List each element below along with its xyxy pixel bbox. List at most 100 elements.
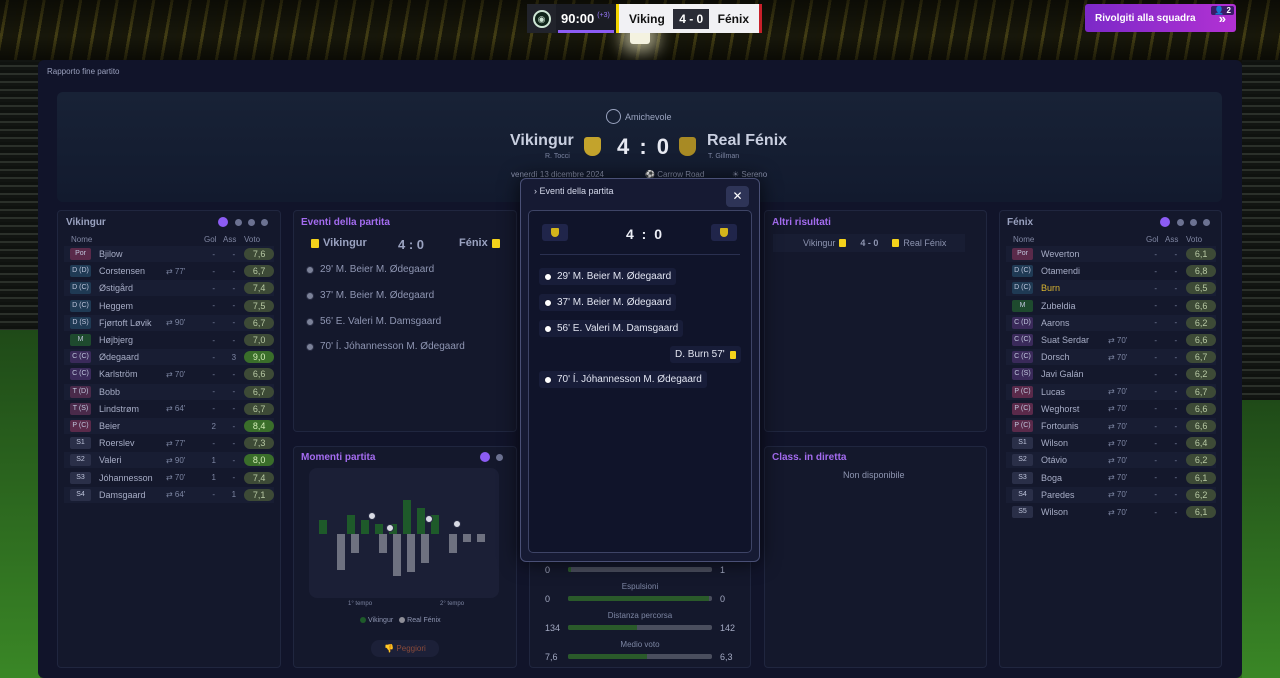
player-row[interactable]: S4 Paredes ⇄ 70' - -6,2 [1006, 486, 1216, 503]
player-name[interactable]: Aarons [1041, 318, 1108, 328]
player-row[interactable]: D (C) Otamendi - -6,8 [1006, 263, 1216, 279]
player-name[interactable]: Otávio [1041, 455, 1108, 465]
player-name[interactable]: Valeri [99, 455, 166, 465]
player-row[interactable]: C (C) Suat Serdar ⇄ 70' - -6,6 [1006, 332, 1216, 348]
popup-event[interactable]: 70' Í. Jóhannesson M. Ødegaard [539, 371, 707, 388]
player-row[interactable]: D (S) Fjørtoft Løvik ⇄ 90' - -6,7 [64, 314, 274, 331]
popup-event[interactable]: 56' E. Valeri M. Damsgaard [539, 320, 684, 337]
player-name[interactable]: Beier [99, 421, 166, 431]
player-name[interactable]: Otamendi [1041, 266, 1108, 276]
player-name[interactable]: Burn [1041, 283, 1108, 293]
other-away: Real Fénix [903, 238, 947, 248]
other-result-row[interactable]: Vikingur 4 - 0 Real Fénix [773, 234, 965, 252]
col-name[interactable]: Nome [71, 235, 92, 244]
player-name[interactable]: Wilson [1041, 438, 1108, 448]
header-home-team[interactable]: Vikingur [510, 132, 574, 150]
player-row[interactable]: C (C) Ødegaard - 3 9,0 [64, 349, 274, 366]
player-row[interactable]: D (C) Østigård - -7,4 [64, 280, 274, 297]
sub-time: ⇄ 70' [1107, 352, 1128, 362]
player-row[interactable]: P (C) Weghorst ⇄ 70' - -6,6 [1006, 401, 1216, 417]
player-name[interactable]: Fjørtoft Løvik [99, 318, 166, 328]
player-row[interactable]: S3 Jóhannesson ⇄ 70' 1 -7,4 [64, 470, 274, 486]
player-row[interactable]: Por Weverton - -6,1 [1006, 246, 1216, 262]
away-page-dot-2[interactable] [1177, 219, 1184, 226]
player-row[interactable]: C (C) Dorsch ⇄ 70' - -6,7 [1006, 349, 1216, 366]
player-name[interactable]: Lucas [1041, 387, 1108, 397]
player-row[interactable]: S1 Wilson ⇄ 70' - -6,4 [1006, 435, 1216, 451]
player-row[interactable]: D (D) Corstensen ⇄ 77' - -6,7 [64, 263, 274, 279]
player-row[interactable]: D (C) Burn - -6,5 [1006, 280, 1216, 297]
player-name[interactable]: Højbjerg [99, 335, 166, 345]
player-row[interactable]: S2 Valeri ⇄ 90' 1 -8,0 [64, 452, 274, 469]
away-page-dot-4[interactable] [1203, 219, 1210, 226]
moments-dot-1[interactable] [480, 452, 490, 462]
player-row[interactable]: T (S) Lindstrøm ⇄ 64' - -6,7 [64, 401, 274, 417]
player-name[interactable]: Ødegaard [99, 352, 166, 362]
away-page-dot-1[interactable] [1160, 217, 1170, 227]
player-row[interactable]: M Zubeldia - -6,6 [1006, 298, 1216, 314]
event-row[interactable]: 70' Í. Jóhannesson M. Ødegaard [306, 341, 465, 352]
header-away-manager[interactable]: T. Gillman [708, 153, 739, 160]
page-dot-2[interactable] [235, 219, 242, 226]
event-row[interactable]: 56' E. Valeri M. Damsgaard [306, 316, 441, 327]
player-row[interactable]: P (C) Fortounis ⇄ 70' - -6,6 [1006, 418, 1216, 434]
col-gol[interactable]: Gol [204, 235, 216, 244]
player-name[interactable]: Dorsch [1041, 352, 1108, 362]
player-row[interactable]: D (C) Heggem - -7,5 [64, 298, 274, 314]
player-name[interactable]: Østigård [99, 283, 166, 293]
player-position: S3 [1012, 471, 1034, 484]
page-dot-4[interactable] [261, 219, 268, 226]
player-row[interactable]: P (C) Lucas ⇄ 70' - -6,7 [1006, 383, 1216, 400]
player-row[interactable]: S5 Wilson ⇄ 70' - -6,1 [1006, 504, 1216, 520]
player-name[interactable]: Javi Galán [1041, 369, 1108, 379]
player-name[interactable]: Zubeldia [1041, 301, 1108, 311]
popup-event-card[interactable]: D. Burn 57' [670, 346, 741, 363]
player-row[interactable]: C (C) Karlström ⇄ 70' - -6,6 [64, 366, 274, 382]
away-col-name[interactable]: Nome [1013, 235, 1034, 244]
away-col-ass[interactable]: Ass [1165, 235, 1178, 244]
popup-event[interactable]: 37' M. Beier M. Ødegaard [539, 294, 677, 311]
player-name[interactable]: Jóhannesson [99, 473, 166, 483]
page-dot-3[interactable] [248, 219, 255, 226]
player-row[interactable]: C (S) Javi Galán - -6,2 [1006, 366, 1216, 382]
player-row[interactable]: S1 Roerslev ⇄ 77' - -7,3 [64, 435, 274, 451]
player-name[interactable]: Paredes [1041, 490, 1108, 500]
popup-event[interactable]: 29' M. Beier M. Ødegaard [539, 268, 677, 285]
player-name[interactable]: Heggem [99, 301, 166, 311]
player-row[interactable]: M Højbjerg - -7,0 [64, 332, 274, 348]
player-name[interactable]: Bobb [99, 387, 166, 397]
col-ass[interactable]: Ass [223, 235, 236, 244]
player-name[interactable]: Weghorst [1041, 404, 1108, 414]
header-away-team[interactable]: Real Fénix [707, 132, 787, 150]
player-name[interactable]: Lindstrøm [99, 404, 166, 414]
player-name[interactable]: Wilson [1041, 507, 1108, 517]
player-row[interactable]: C (D) Aarons - -6,2 [1006, 314, 1216, 331]
worse-button[interactable]: 👎 Peggiori [371, 640, 439, 657]
player-row[interactable]: S3 Boga ⇄ 70' - -6,1 [1006, 470, 1216, 486]
player-row[interactable]: P (C) Beier 2 -8,4 [64, 418, 274, 434]
event-row[interactable]: 29' M. Beier M. Ødegaard [306, 264, 434, 275]
event-row[interactable]: 37' M. Beier M. Ødegaard [306, 290, 434, 301]
header-home-manager[interactable]: R. Tocci [545, 153, 570, 160]
moments-dot-2[interactable] [496, 454, 503, 461]
player-row[interactable]: T (D) Bobb - -6,7 [64, 383, 274, 400]
col-vote[interactable]: Voto [244, 235, 260, 244]
player-row[interactable]: Por Bjilow - -7,6 [64, 246, 274, 262]
player-name[interactable]: Bjilow [99, 249, 166, 259]
player-name[interactable]: Fortounis [1041, 421, 1108, 431]
player-name[interactable]: Boga [1041, 473, 1108, 483]
player-name[interactable]: Suat Serdar [1041, 335, 1108, 345]
away-col-vote[interactable]: Voto [1186, 235, 1202, 244]
player-name[interactable]: Damsgaard [99, 490, 166, 500]
player-row[interactable]: S4 Damsgaard ⇄ 64' - 1 7,1 [64, 486, 274, 503]
player-name[interactable]: Karlström [99, 369, 166, 379]
away-col-gol[interactable]: Gol [1146, 235, 1158, 244]
page-dot-1[interactable] [218, 217, 228, 227]
player-name[interactable]: Roerslev [99, 438, 166, 448]
player-name[interactable]: Weverton [1041, 249, 1108, 259]
away-page-dot-3[interactable] [1190, 219, 1197, 226]
player-name[interactable]: Corstensen [99, 266, 166, 276]
player-row[interactable]: S2 Otávio ⇄ 70' - -6,2 [1006, 452, 1216, 469]
close-button[interactable]: ✕ [726, 186, 749, 207]
team-talk-button[interactable]: Rivolgiti alla squadra » 👤 2 [1085, 4, 1236, 32]
